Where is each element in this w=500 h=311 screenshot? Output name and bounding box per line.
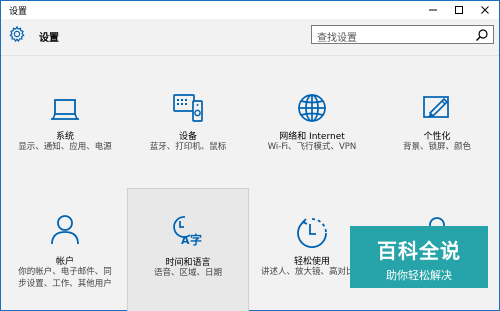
laptop-icon	[51, 99, 79, 120]
window-title: 设置	[9, 7, 28, 17]
tile-desc: Wi-Fi、飞行模式、VPN	[267, 142, 357, 152]
watermark-badge: 百科全说 助你轻松解决	[350, 226, 488, 288]
tile-devices[interactable]: 设备 蓝牙、打印机、鼠标	[127, 81, 249, 176]
settings-window: 设置 设置 查找设置 系统 显示、通知、应用、电源 设备 蓝牙、打印机、鼠标 网…	[0, 0, 500, 311]
tile-desc: 显示、通知、应用、电源	[18, 142, 112, 152]
maximize-icon	[455, 6, 463, 14]
tile-desc: 讲述人、放大镜、高对比度	[261, 267, 364, 277]
close-button[interactable]	[472, 1, 498, 19]
svg-text:字: 字	[190, 232, 202, 247]
tile-accounts[interactable]: 帐户 你的帐户、电子邮件、同步设置、工作、其他用户	[4, 201, 126, 311]
tile-desc: 语音、区域、日期	[153, 268, 222, 278]
devices-icon	[173, 94, 203, 122]
gear-icon	[9, 25, 25, 43]
tile-time-language[interactable]: A 字 时间和语言 语音、区域、日期	[127, 188, 249, 311]
settings-header: 设置 查找设置	[1, 19, 499, 53]
svg-text:A: A	[181, 234, 190, 247]
search-icon[interactable]	[475, 28, 489, 42]
header-divider	[1, 55, 499, 56]
search-input[interactable]: 查找设置	[311, 25, 494, 44]
title-bar: 设置	[1, 1, 499, 19]
watermark-title: 百科全说	[377, 239, 461, 263]
page-title: 设置	[39, 33, 59, 44]
maximize-button[interactable]	[446, 1, 472, 19]
ease-of-access-icon	[297, 218, 327, 249]
tile-system[interactable]: 系统 显示、通知、应用、电源	[4, 81, 126, 176]
watermark-subtitle: 助你轻松解决	[386, 269, 452, 282]
globe-icon	[298, 94, 326, 122]
tile-personalization[interactable]: 个性化 背景、锁屏、颜色	[376, 81, 498, 176]
paint-icon	[423, 96, 449, 118]
minimize-button[interactable]	[420, 1, 446, 19]
tile-desc: 背景、锁屏、颜色	[402, 142, 471, 152]
search-placeholder: 查找设置	[317, 33, 357, 44]
person-icon	[51, 215, 79, 245]
tile-desc: 蓝牙、打印机、鼠标	[149, 142, 227, 152]
close-icon	[481, 6, 489, 14]
time-language-icon: A 字	[173, 216, 202, 247]
minimize-icon	[429, 9, 437, 11]
tile-desc: 你的帐户、电子邮件、同步设置、工作、其他用户	[18, 267, 112, 289]
tile-network[interactable]: 网络和 Internet Wi-Fi、飞行模式、VPN	[251, 81, 373, 176]
